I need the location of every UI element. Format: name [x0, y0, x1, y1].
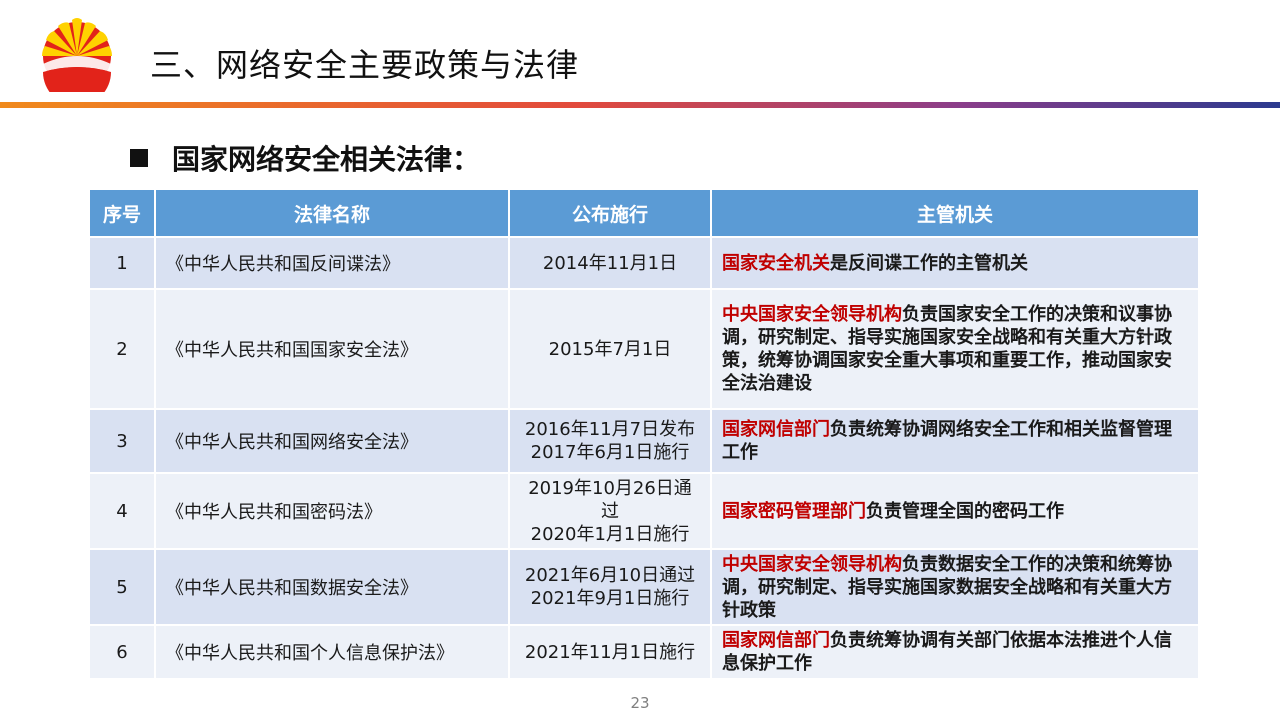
table-row: 1 《中华人民共和国反间谍法》 2014年11月1日 国家安全机关是反间谍工作的… [90, 236, 1198, 288]
header-authority: 主管机关 [712, 190, 1198, 236]
date-line1: 2021年6月10日通过 [524, 565, 696, 586]
date-line2: 2017年6月1日施行 [530, 442, 690, 463]
date-line1: 2014年11月1日 [542, 252, 678, 274]
petrochina-logo [38, 14, 116, 106]
law-date: 2015年7月1日 [510, 288, 712, 408]
table-header-row: 序号 法律名称 公布施行 主管机关 [90, 190, 1198, 236]
law-date: 2014年11月1日 [510, 236, 712, 288]
law-name: 《中华人民共和国个人信息保护法》 [156, 624, 510, 678]
date-line1: 2016年11月7日发布 [524, 419, 696, 440]
law-name: 《中华人民共和国反间谍法》 [156, 236, 510, 288]
header-law-name: 法律名称 [156, 190, 510, 236]
law-authority: 国家网信部门负责统筹协调有关部门依据本法推进个人信息保护工作 [712, 624, 1198, 678]
law-date: 2019年10月26日通过 2020年1月1日施行 [510, 472, 712, 548]
authority-text: 负责管理全国的密码工作 [866, 500, 1064, 522]
header-date: 公布施行 [510, 190, 712, 236]
row-no: 4 [90, 472, 156, 548]
section-heading-text: 国家网络安全相关法律： [172, 143, 481, 176]
law-authority: 国家安全机关是反间谍工作的主管机关 [712, 236, 1198, 288]
law-name: 《中华人民共和国数据安全法》 [156, 548, 510, 624]
date-line1: 2021年11月1日施行 [524, 641, 696, 663]
square-bullet-icon [130, 149, 148, 167]
law-date: 2021年11月1日施行 [510, 624, 712, 678]
row-no: 2 [90, 288, 156, 408]
law-authority: 中央国家安全领导机构负责数据安全工作的决策和统筹协调，研究制定、指导实施国家数据… [712, 548, 1198, 624]
law-date: 2021年6月10日通过 2021年9月1日施行 [510, 548, 712, 624]
page-number: 23 [630, 694, 650, 712]
authority-highlight: 国家安全机关 [722, 252, 830, 274]
law-name: 《中华人民共和国网络安全法》 [156, 408, 510, 472]
law-authority: 中央国家安全领导机构负责国家安全工作的决策和议事协调，研究制定、指导实施国家安全… [712, 288, 1198, 408]
law-name: 《中华人民共和国国家安全法》 [156, 288, 510, 408]
laws-table: 序号 法律名称 公布施行 主管机关 1 《中华人民共和国反间谍法》 2014年1… [90, 190, 1198, 678]
law-date: 2016年11月7日发布 2017年6月1日施行 [510, 408, 712, 472]
table-row: 4 《中华人民共和国密码法》 2019年10月26日通过 2020年1月1日施行 … [90, 472, 1198, 548]
law-authority: 国家密码管理部门负责管理全国的密码工作 [712, 472, 1198, 548]
authority-highlight: 国家密码管理部门 [722, 500, 866, 522]
slide-title: 三、网络安全主要政策与法律 [150, 46, 580, 84]
authority-highlight: 中央国家安全领导机构 [722, 553, 902, 575]
row-no: 6 [90, 624, 156, 678]
date-line1: 2015年7月1日 [548, 338, 672, 360]
authority-text: 是反间谍工作的主管机关 [830, 252, 1028, 274]
header-no: 序号 [90, 190, 156, 236]
table-row: 6 《中华人民共和国个人信息保护法》 2021年11月1日施行 国家网信部门负责… [90, 624, 1198, 678]
row-no: 1 [90, 236, 156, 288]
date-line2: 2021年9月1日施行 [530, 588, 690, 609]
title-underline [0, 102, 1280, 108]
date-line1: 2019年10月26日通过 [528, 477, 692, 522]
row-no: 3 [90, 408, 156, 472]
authority-highlight: 中央国家安全领导机构 [722, 304, 902, 325]
law-name: 《中华人民共和国密码法》 [156, 472, 510, 548]
row-no: 5 [90, 548, 156, 624]
table-row: 5 《中华人民共和国数据安全法》 2021年6月10日通过 2021年9月1日施行… [90, 548, 1198, 624]
law-authority: 国家网信部门负责统筹协调网络安全工作和相关监督管理工作 [712, 408, 1198, 472]
authority-highlight: 国家网信部门 [722, 630, 830, 651]
date-line2: 2020年1月1日施行 [530, 523, 690, 545]
authority-highlight: 国家网信部门 [722, 419, 830, 440]
table-row: 2 《中华人民共和国国家安全法》 2015年7月1日 中央国家安全领导机构负责国… [90, 288, 1198, 408]
table-row: 3 《中华人民共和国网络安全法》 2016年11月7日发布 2017年6月1日施行… [90, 408, 1198, 472]
section-heading: 国家网络安全相关法律： [130, 140, 480, 180]
